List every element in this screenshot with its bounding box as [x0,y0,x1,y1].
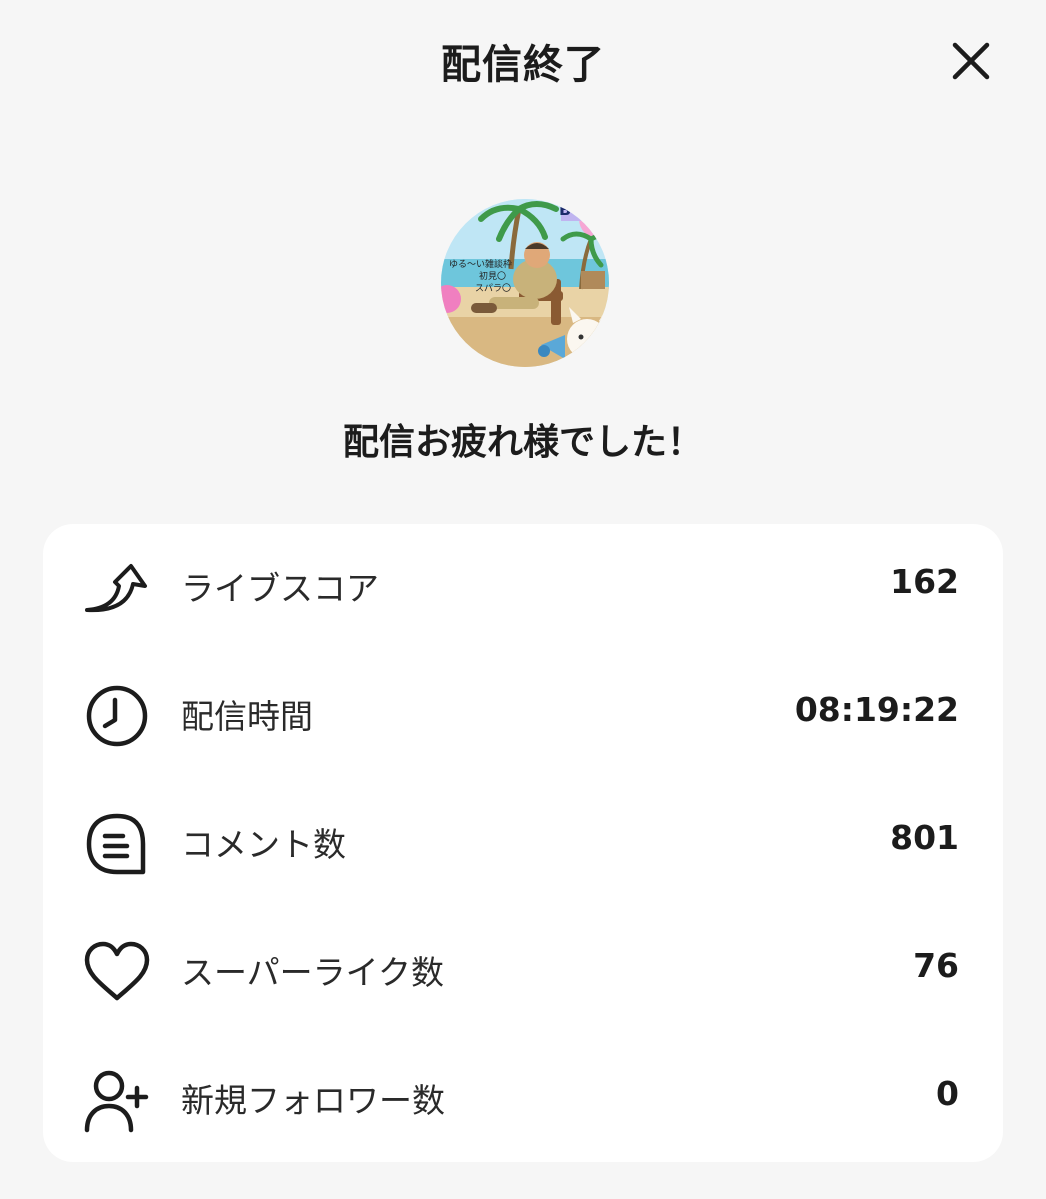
stat-row-live-score: ライブスコア 162 [43,534,1003,634]
svg-text:初見〇: 初見〇 [479,270,506,282]
svg-text:スパラ〇: スパラ〇 [475,283,511,294]
add-user-icon [84,1070,149,1133]
trending-up-arrow-icon [85,564,147,613]
svg-text:ゆる〜い雑談枠: ゆる〜い雑談枠 [449,258,512,270]
stat-label: 配信時間 [181,697,313,736]
stream-ended-screen: 配信終了 ゆる〜い雑談枠 初見〇 スパラ〇 B 配信お疲れ様でした！ ライブスコ… [0,0,1046,1199]
stat-label: コメント数 [181,825,346,864]
stat-value: 76 [913,946,959,985]
stat-row-stream-time: 配信時間 08:19:22 [43,662,1003,762]
close-button[interactable] [948,38,994,84]
completion-message: 配信お疲れ様でした！ [342,422,703,463]
page-title: 配信終了 [441,42,605,88]
stat-value: 0 [936,1074,959,1113]
clock-icon [86,685,148,747]
avatar: ゆる〜い雑談枠 初見〇 スパラ〇 B [441,199,609,367]
svg-text:B: B [559,200,571,219]
stat-row-new-followers: 新規フォロワー数 0 [43,1046,1003,1146]
stat-row-comments: コメント数 801 [43,790,1003,890]
stat-value: 162 [890,562,959,601]
stat-label: 新規フォロワー数 [181,1081,445,1120]
stat-value: 801 [890,818,959,857]
close-icon [952,42,990,80]
stat-label: スーパーライク数 [181,953,445,992]
avatar-image: ゆる〜い雑談枠 初見〇 スパラ〇 B [441,199,609,367]
heart-icon [84,941,150,1001]
stat-row-super-likes: スーパーライク数 76 [43,918,1003,1018]
stat-label: ライブスコア [181,569,379,608]
stats-card: ライブスコア 162 配信時間 08:19:22 コメント数 801 スーパーラ… [43,524,1003,1162]
stat-value: 08:19:22 [794,690,959,729]
comment-icon [86,813,146,875]
